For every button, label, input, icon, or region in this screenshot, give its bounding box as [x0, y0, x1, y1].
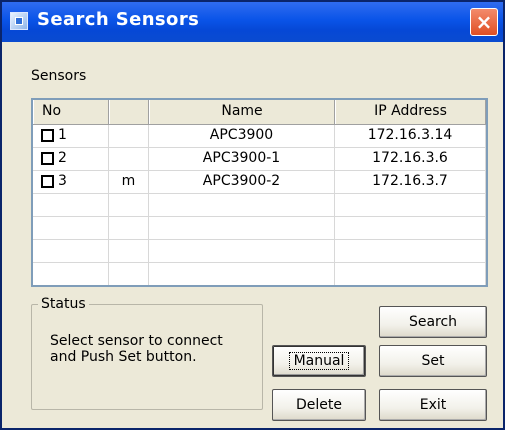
column-header-flag[interactable]	[109, 100, 149, 124]
empty-cell	[335, 240, 486, 262]
empty-cell	[149, 263, 335, 285]
manual-button-label: Manual	[288, 352, 350, 370]
sensor-name: APC3900-1	[149, 148, 335, 170]
status-message: Select sensor to connect and Push Set bu…	[50, 333, 223, 365]
empty-cell	[33, 194, 109, 216]
checkbox-icon[interactable]	[41, 152, 54, 165]
sensor-flag: m	[109, 171, 149, 193]
column-header-no[interactable]: No	[33, 100, 109, 124]
empty-sensor-row	[33, 217, 486, 240]
sensor-row[interactable]: 1 APC3900 172.16.3.14	[33, 125, 486, 148]
sensor-ip-address: 172.16.3.14	[335, 125, 486, 147]
column-header-name[interactable]: Name	[149, 100, 335, 124]
sensor-number-cell: 1	[33, 125, 109, 147]
sensor-number-cell: 3	[33, 171, 109, 193]
sensor-number: 1	[58, 127, 67, 143]
empty-sensor-row	[33, 240, 486, 263]
sensor-flag	[109, 125, 149, 147]
sensor-window-icon	[10, 12, 28, 30]
manual-button[interactable]: Manual	[272, 345, 366, 377]
sensor-flag	[109, 148, 149, 170]
empty-cell	[109, 217, 149, 239]
title-bar[interactable]: Search Sensors ×	[2, 2, 503, 42]
checkbox-icon[interactable]	[41, 175, 54, 188]
column-header-ip-address[interactable]: IP Address	[335, 100, 486, 124]
sensor-row[interactable]: 2 APC3900-1 172.16.3.6	[33, 148, 486, 171]
empty-cell	[33, 240, 109, 262]
empty-sensor-row	[33, 263, 486, 285]
set-button[interactable]: Set	[379, 345, 487, 377]
empty-cell	[335, 217, 486, 239]
empty-cell	[335, 194, 486, 216]
empty-cell	[33, 263, 109, 285]
empty-cell	[335, 263, 486, 285]
empty-cell	[109, 263, 149, 285]
sensor-name: APC3900-2	[149, 171, 335, 193]
delete-button[interactable]: Delete	[272, 389, 366, 421]
search-button[interactable]: Search	[379, 306, 487, 338]
empty-cell	[109, 194, 149, 216]
empty-cell	[109, 240, 149, 262]
sensor-list-header: No Name IP Address	[33, 100, 486, 125]
sensor-number: 2	[58, 150, 67, 166]
sensor-name: APC3900	[149, 125, 335, 147]
exit-button[interactable]: Exit	[379, 389, 487, 421]
sensor-ip-address: 172.16.3.6	[335, 148, 486, 170]
sensor-row[interactable]: 3 m APC3900-2 172.16.3.7	[33, 171, 486, 194]
close-button[interactable]: ×	[470, 8, 498, 36]
sensor-rows: 1 APC3900 172.16.3.14 2 APC3900-1 172.16…	[33, 125, 486, 285]
empty-cell	[149, 194, 335, 216]
status-title: Status	[38, 296, 89, 312]
empty-cell	[149, 240, 335, 262]
sensor-list[interactable]: No Name IP Address 1 APC3900 172.16.3.14…	[31, 98, 488, 287]
sensors-label: Sensors	[31, 68, 87, 84]
empty-cell	[33, 217, 109, 239]
checkbox-icon[interactable]	[41, 129, 54, 142]
sensor-number: 3	[58, 173, 67, 189]
window-title: Search Sensors	[37, 9, 200, 30]
empty-cell	[149, 217, 335, 239]
sensor-number-cell: 2	[33, 148, 109, 170]
empty-sensor-row	[33, 194, 486, 217]
search-sensors-window: Search Sensors × Sensors No Name IP Addr…	[0, 0, 505, 430]
sensor-ip-address: 172.16.3.7	[335, 171, 486, 193]
